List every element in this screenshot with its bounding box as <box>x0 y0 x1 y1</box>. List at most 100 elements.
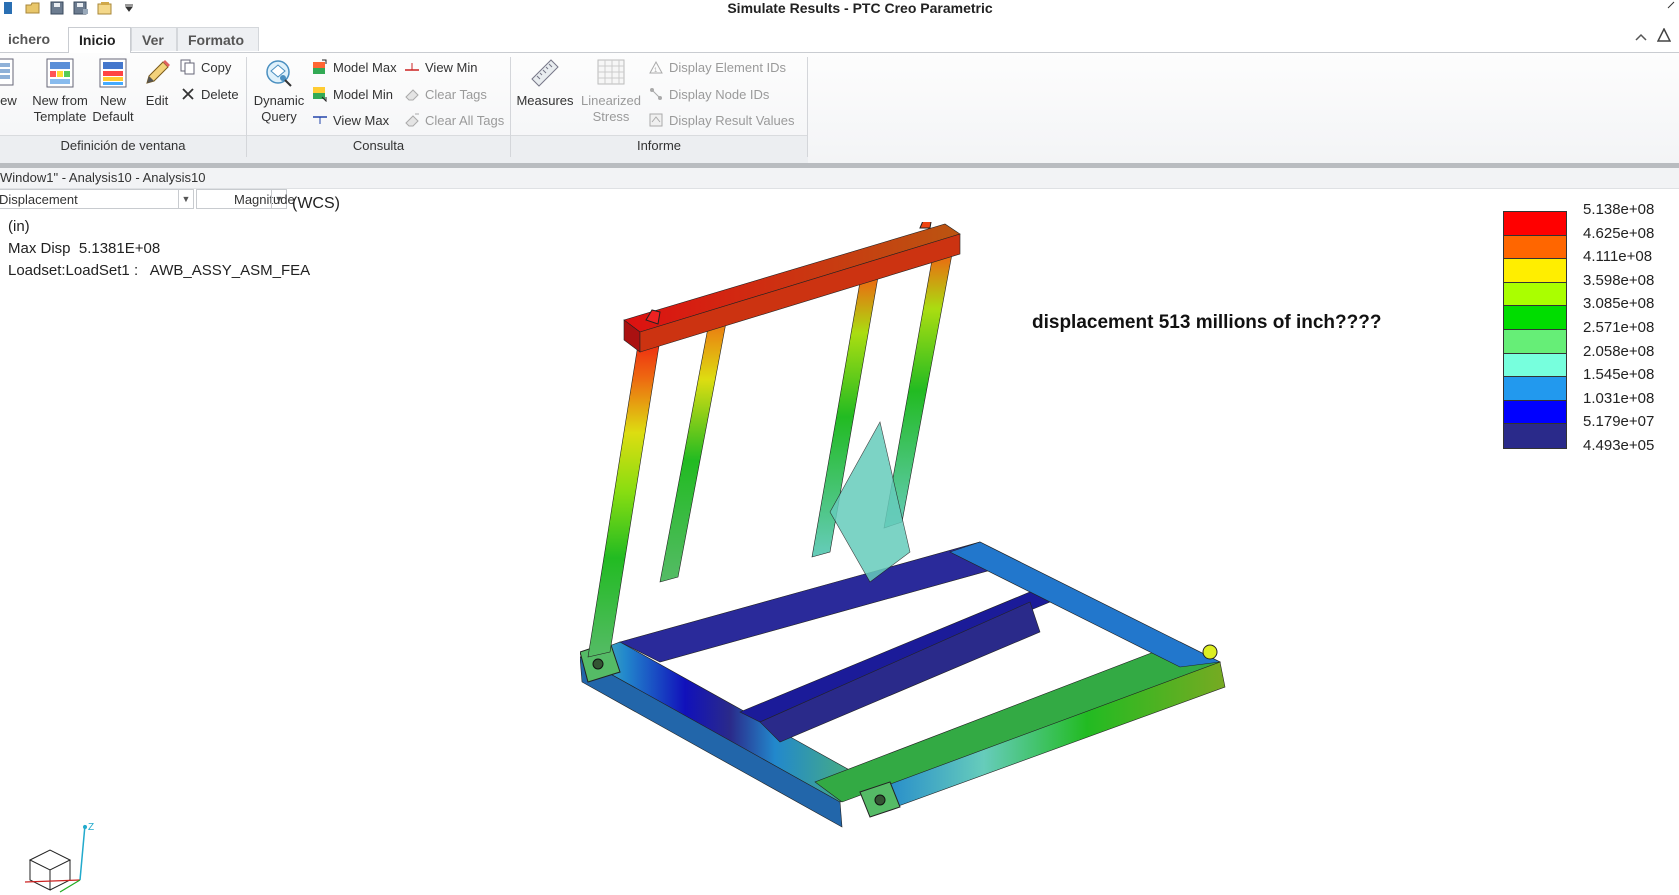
new-default-label-2: Default <box>92 109 134 124</box>
display-node-ids-button[interactable]: Display Node IDs <box>648 84 769 104</box>
result-values-icon <box>648 112 664 128</box>
display-result-values-button[interactable]: Display Result Values <box>648 110 794 130</box>
edit-button[interactable]: Edit <box>140 57 174 109</box>
display-element-ids-button[interactable]: 1 Display Element IDs <box>648 57 786 77</box>
legend-swatch <box>1504 377 1566 401</box>
legend-value: 5.138e+08 <box>1583 201 1655 218</box>
legend-value: 2.571e+08 <box>1583 319 1655 336</box>
legend-swatch <box>1504 353 1566 378</box>
clear-all-tags-label: Clear All Tags <box>425 112 505 128</box>
tab-home-label: Inicio <box>79 32 116 48</box>
copy-button-label: Copy <box>201 59 232 75</box>
stress-grid-icon <box>597 59 625 85</box>
legend-value: 3.085e+08 <box>1583 295 1655 313</box>
legend-value: 3.598e+08 <box>1583 271 1655 289</box>
new-from-template-label-2: Template <box>33 109 87 124</box>
window-controls-icon[interactable] <box>1667 0 1675 12</box>
legend-swatches <box>1503 211 1567 449</box>
delete-button[interactable]: Delete <box>180 84 239 104</box>
edit-button-label: Edit <box>145 93 169 108</box>
legend-value: 4.111e+08 <box>1583 248 1653 266</box>
triad-z-label: Z <box>88 822 94 833</box>
linearized-stress-label-2: Stress <box>592 109 630 124</box>
display-node-ids-label: Display Node IDs <box>669 86 770 102</box>
tab-home[interactable]: Inicio <box>68 27 131 53</box>
model-min-button[interactable]: Model Min <box>312 84 393 104</box>
view-min-icon <box>404 59 420 75</box>
pencil-icon <box>146 60 170 84</box>
model-min-icon <box>312 86 328 102</box>
tab-format[interactable]: Formato <box>177 27 259 51</box>
group-report-label: Informe <box>636 138 682 153</box>
minimize-ribbon-icon[interactable] <box>1635 29 1647 47</box>
linearized-stress-button[interactable]: Linearized Stress <box>578 57 644 125</box>
model-max-button[interactable]: Model Max <box>312 57 397 77</box>
linearized-stress-label-1: Linearized <box>581 93 641 108</box>
coordinate-system-label: (WCS) <box>292 195 340 212</box>
ribbon: lew New from Template New Default <box>0 53 1679 164</box>
view-max-label: View Max <box>333 112 390 128</box>
max-disp-label: Max Disp 5.1381E+08 <box>8 240 161 257</box>
window-title: Simulate Results - PTC Creo Parametric <box>727 0 993 16</box>
legend-swatch <box>1504 329 1566 354</box>
tab-view[interactable]: Ver <box>131 27 177 51</box>
legend-value: 4.625e+08 <box>1583 224 1655 242</box>
ruler-icon <box>531 59 559 87</box>
new-button[interactable]: lew <box>0 57 20 109</box>
template-window-icon <box>46 58 74 88</box>
dynamic-query-button[interactable]: Dynamic Query <box>250 57 308 125</box>
measures-button[interactable]: Measures <box>514 57 576 109</box>
tab-format-label: Formato <box>188 32 244 48</box>
legend-swatch <box>1504 306 1566 330</box>
tab-file[interactable]: ichero ▼ <box>0 27 58 70</box>
clear-all-tags-button[interactable]: Clear All Tags <box>404 110 504 130</box>
copy-icon <box>180 59 196 75</box>
legend-swatch <box>1504 282 1566 307</box>
view-max-button[interactable]: View Max <box>312 110 389 130</box>
legend-value: 1.031e+08 <box>1583 389 1655 407</box>
model-max-label: Model Max <box>333 59 397 75</box>
view-min-button[interactable]: View Min <box>404 57 478 77</box>
group-separator <box>807 57 808 157</box>
results-window-caption-text: Window1" - Analysis10 - Analysis10 <box>0 170 206 185</box>
legend-swatch <box>1504 400 1566 425</box>
dynamic-query-label-2: Query <box>261 109 297 124</box>
delete-button-label: Delete <box>201 86 239 102</box>
legend-value: 5.179e+07 <box>1583 413 1655 431</box>
tab-file-label: ichero <box>8 31 51 47</box>
legend-value: 2.058e+08 <box>1583 342 1655 360</box>
group-window-definition-label: Definición de ventana <box>60 138 186 153</box>
legend-value: 1.545e+08 <box>1583 366 1655 384</box>
copy-button[interactable]: Copy <box>180 57 231 77</box>
new-default-label-1: New <box>99 93 126 108</box>
tab-view-label: Ver <box>142 32 164 48</box>
model-max-icon <box>312 59 328 75</box>
new-from-template-label-1: New from <box>32 93 88 108</box>
coordinate-triad-icon: Z <box>24 822 94 893</box>
help-icon[interactable] <box>1656 27 1672 47</box>
display-result-values-label: Display Result Values <box>669 112 795 128</box>
ribbon-tabs: ichero ▼ Inicio Ver Formato <box>0 24 1679 70</box>
units-label: (in) <box>8 218 30 235</box>
loadset-label: Loadset:LoadSet1 : AWB_ASSY_ASM_FEA <box>8 262 311 279</box>
legend-swatch <box>1504 235 1566 260</box>
measures-label: Measures <box>516 93 574 108</box>
chevron-down-icon: ▼ <box>271 190 286 208</box>
component-select[interactable]: Magnitude ▼ <box>196 189 295 209</box>
quantity-select-value: Displacement <box>0 192 78 207</box>
tabs-right-controls <box>1635 27 1672 47</box>
default-window-icon <box>99 58 127 88</box>
results-window-caption: Window1" - Analysis10 - Analysis10 <box>0 168 1679 189</box>
fea-model-view[interactable] <box>580 222 1300 894</box>
close-icon <box>180 86 196 102</box>
legend-value: 4.493e+05 <box>1583 437 1655 454</box>
legend-swatch <box>1504 259 1566 283</box>
quantity-select[interactable]: Displacement ▼ <box>0 189 194 209</box>
new-from-template-button[interactable]: New from Template <box>28 57 92 125</box>
legend-swatch <box>1504 424 1566 448</box>
dynamic-query-icon <box>266 60 292 87</box>
new-default-button[interactable]: New Default <box>92 57 134 125</box>
base-frame <box>580 541 1226 828</box>
legend-swatch <box>1504 212 1566 236</box>
clear-tags-button[interactable]: Clear Tags <box>404 84 487 104</box>
